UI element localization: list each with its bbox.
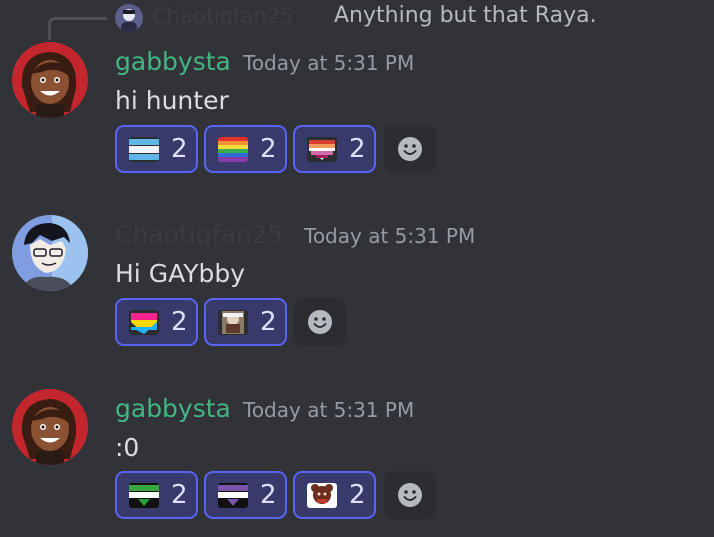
message-author[interactable]: gabbysta	[115, 393, 231, 425]
message-content: hi hunter	[115, 86, 229, 115]
message-author[interactable]: gabbysta	[115, 46, 231, 78]
reaction-count: 2	[171, 134, 188, 164]
add-reaction-button[interactable]	[294, 298, 346, 346]
smiley-icon	[398, 137, 422, 161]
reaction-button[interactable]: 2	[293, 471, 376, 519]
avatar[interactable]	[12, 215, 88, 291]
pansexual-flag-heart-emoji	[129, 310, 159, 335]
reaction-button[interactable]: 2	[115, 298, 198, 346]
message-timestamp: Today at 5:31 PM	[304, 224, 476, 248]
reaction-count: 2	[171, 307, 188, 337]
reaction-button[interactable]: 2	[204, 298, 287, 346]
reply-spine	[48, 17, 107, 40]
avatar[interactable]	[12, 389, 88, 465]
custom-character-emoji	[307, 483, 337, 508]
custom-character-emoji	[218, 310, 248, 335]
message-content: :0	[115, 433, 140, 462]
reaction-button[interactable]: 2	[293, 125, 376, 173]
message-timestamp: Today at 5:31 PM	[243, 51, 415, 75]
smiley-icon	[398, 483, 422, 507]
reaction-count: 2	[260, 307, 277, 337]
add-reaction-button[interactable]	[384, 471, 436, 519]
reaction-button[interactable]: 2	[115, 125, 198, 173]
message-timestamp: Today at 5:31 PM	[243, 398, 415, 422]
reaction-count: 2	[260, 134, 277, 164]
reply-text[interactable]: Anything but that Raya.	[334, 3, 597, 28]
reaction-count: 2	[171, 480, 188, 510]
message-content: Hi GAYbby	[115, 259, 246, 288]
add-reaction-button[interactable]	[384, 125, 436, 173]
flag-emoji	[129, 483, 159, 508]
flag-emoji	[218, 483, 248, 508]
avatar[interactable]	[12, 42, 88, 118]
lesbian-flag-heart-emoji	[307, 137, 337, 162]
smiley-icon	[308, 310, 332, 334]
reply-author[interactable]: Chaotiqfan25	[152, 4, 293, 28]
reaction-count: 2	[260, 480, 277, 510]
reaction-count: 2	[349, 480, 366, 510]
reaction-button[interactable]: 2	[204, 471, 287, 519]
reply-avatar[interactable]	[115, 4, 143, 32]
reaction-button[interactable]: 2	[204, 125, 287, 173]
reaction-button[interactable]: 2	[115, 471, 198, 519]
message-author[interactable]: Chaotiqfan25	[115, 219, 283, 251]
flag-emoji	[129, 137, 159, 162]
reaction-count: 2	[349, 134, 366, 164]
rainbow-flag-emoji	[218, 137, 248, 162]
